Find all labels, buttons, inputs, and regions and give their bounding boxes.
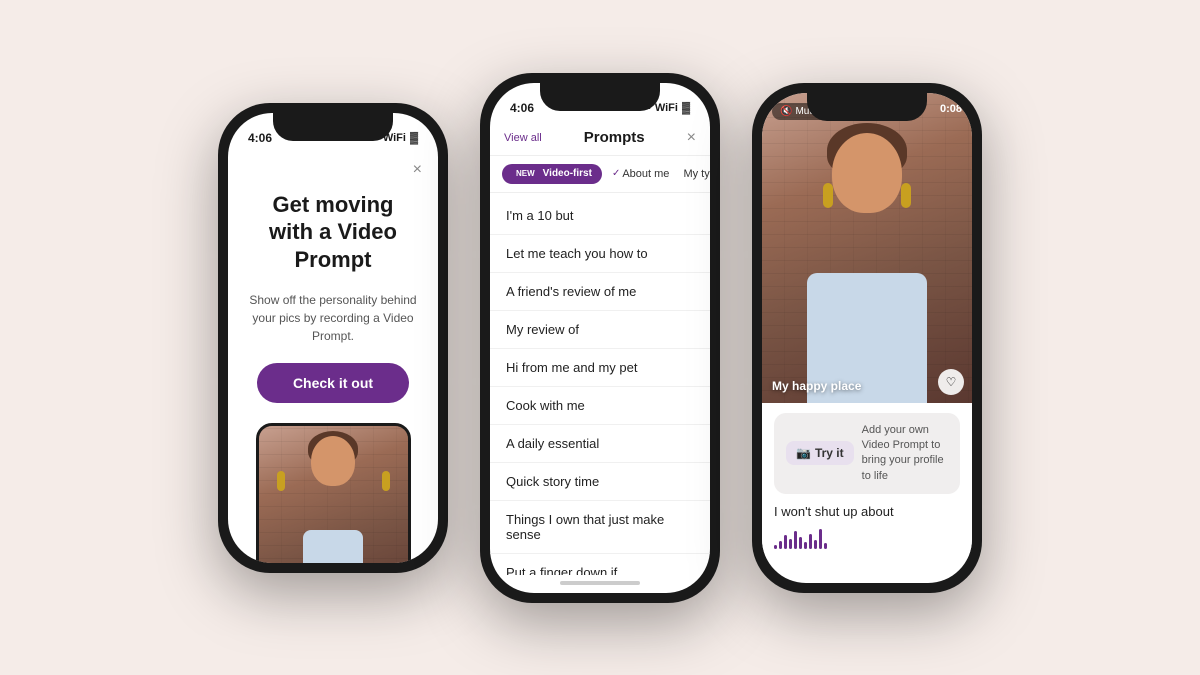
list-item[interactable]: Put a finger down if — [490, 554, 710, 575]
phone-3-screen: 🔇 Muted 0:08 My happy place ♡ 📷 Try it A… — [762, 93, 972, 583]
woman-body-1 — [303, 530, 363, 563]
bar-9 — [814, 540, 817, 549]
video-bg-1 — [259, 426, 408, 563]
try-it-text: Try it — [815, 446, 844, 460]
notch-1 — [273, 113, 393, 141]
phone-3-content: 🔇 Muted 0:08 My happy place ♡ 📷 Try it A… — [762, 93, 972, 543]
heart-button-3[interactable]: ♡ — [938, 369, 964, 395]
bar-10 — [819, 529, 822, 549]
audio-waveform — [774, 529, 960, 549]
try-label: 📷 Try it — [786, 441, 854, 465]
tab-video-first-label: Video-first — [543, 168, 592, 179]
bar-2 — [779, 541, 782, 549]
notch-2 — [540, 83, 660, 111]
woman-head-1 — [311, 436, 355, 486]
text-prompt-3: I won't shut up about — [774, 504, 960, 519]
bar-3 — [784, 535, 787, 549]
tab-my-type-label: My type — [683, 168, 710, 180]
status-time-1: 4:06 — [248, 131, 272, 145]
video-card-1: My happy place ♡ — [256, 423, 411, 563]
video-area-3: 🔇 Muted 0:08 My happy place ♡ — [762, 93, 972, 403]
phone-1-screen: 4:06 ▪▪▪ WiFi ▓ × Get moving with a Vide… — [228, 113, 438, 563]
wifi-icon-2: WiFi — [655, 102, 678, 114]
battery-icon: ▓ — [410, 132, 418, 144]
earring-left-1 — [277, 471, 285, 491]
prompts-title: Prompts — [584, 129, 645, 146]
earring-left-3 — [823, 183, 833, 208]
prompts-tabs: NEW Video-first ✓ About me My type ✓ Get… — [490, 156, 710, 193]
close-button-2[interactable]: × — [687, 129, 696, 147]
try-description: Add your own Video Prompt to bring your … — [862, 423, 948, 485]
tab-my-type[interactable]: My type — [679, 164, 710, 184]
list-item[interactable]: A friend's review of me — [490, 273, 710, 311]
check-it-out-button[interactable]: Check it out — [257, 363, 409, 403]
close-button-1[interactable]: × — [413, 161, 422, 179]
bar-6 — [799, 537, 802, 549]
list-item[interactable]: Cook with me — [490, 387, 710, 425]
woman-head-3 — [832, 133, 902, 213]
bar-1 — [774, 545, 777, 549]
list-item[interactable]: Let me teach you how to — [490, 235, 710, 273]
phone-3: 🔇 Muted 0:08 My happy place ♡ 📷 Try it A… — [752, 83, 982, 593]
check-icon-about: ✓ — [612, 168, 620, 179]
bar-8 — [809, 534, 812, 549]
phone-2: 4:06 ▪▪▪ WiFi ▓ View all Prompts × NEW V… — [480, 73, 720, 603]
phone-1-content: × Get moving with a Video Prompt Show of… — [228, 153, 438, 563]
list-item[interactable]: Hi from me and my pet — [490, 349, 710, 387]
new-badge: NEW — [512, 168, 539, 179]
prompts-list: I'm a 10 but Let me teach you how to A f… — [490, 193, 710, 575]
video-caption-3: My happy place — [772, 379, 861, 393]
list-item[interactable]: I'm a 10 but — [490, 197, 710, 235]
tab-about-me[interactable]: ✓ About me — [608, 164, 673, 184]
prompts-header: View all Prompts × — [490, 123, 710, 156]
list-item[interactable]: My review of — [490, 311, 710, 349]
title-underline — [278, 278, 388, 280]
view-all-link[interactable]: View all — [504, 132, 542, 144]
phone-2-content: View all Prompts × NEW Video-first ✓ Abo… — [490, 123, 710, 593]
headline-1: Get moving with a Video Prompt — [248, 191, 418, 274]
list-item[interactable]: A daily essential — [490, 425, 710, 463]
camera-icon: 📷 — [796, 446, 811, 460]
bar-7 — [804, 542, 807, 549]
phone-2-screen: 4:06 ▪▪▪ WiFi ▓ View all Prompts × NEW V… — [490, 83, 710, 593]
battery-icon-2: ▓ — [682, 102, 690, 114]
phone-3-lower: 📷 Try it Add your own Video Prompt to br… — [762, 403, 972, 560]
phone-1: 4:06 ▪▪▪ WiFi ▓ × Get moving with a Vide… — [218, 103, 448, 573]
list-item[interactable]: Things I own that just make sense — [490, 501, 710, 554]
earring-right-3 — [901, 183, 911, 208]
notch-3 — [807, 93, 927, 121]
earring-right-1 — [382, 471, 390, 491]
list-item[interactable]: Quick story time — [490, 463, 710, 501]
tab-about-me-label: About me — [622, 168, 669, 180]
try-it-button[interactable]: 📷 Try it Add your own Video Prompt to br… — [774, 413, 960, 495]
status-time-2: 4:06 — [510, 101, 534, 115]
subtitle-1: Show off the personality behind your pic… — [248, 291, 418, 345]
bar-11 — [824, 543, 827, 549]
bar-4 — [789, 539, 792, 549]
home-bar-2 — [560, 581, 640, 585]
tab-video-first[interactable]: NEW Video-first — [502, 164, 602, 184]
bar-5 — [794, 531, 797, 549]
